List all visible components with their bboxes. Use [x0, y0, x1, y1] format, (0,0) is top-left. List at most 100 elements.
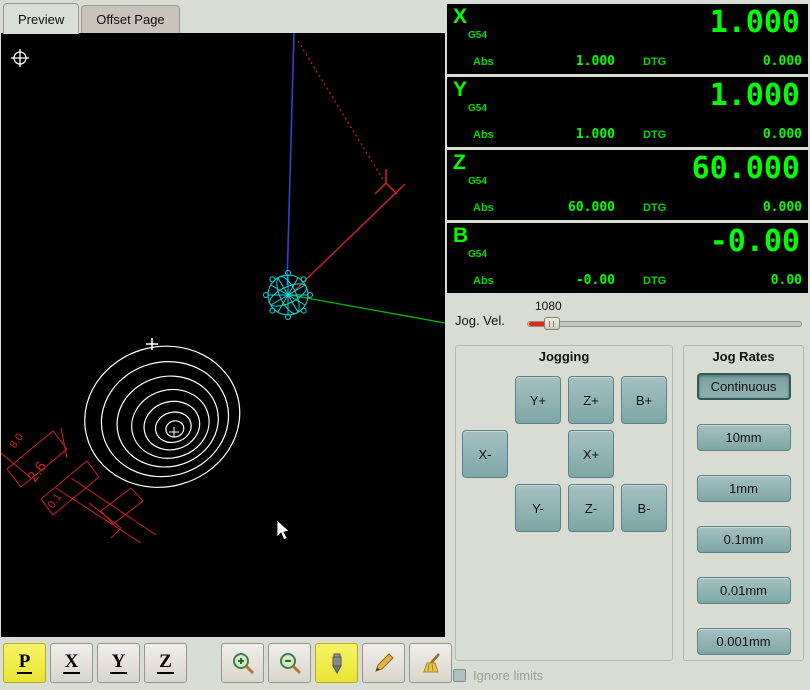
axis-letter: Y: [453, 78, 468, 101]
dro-axis-y[interactable]: Y G54 1.000 Abs 1.000 DTG 0.000: [447, 77, 808, 147]
abs-label: Abs: [473, 275, 494, 287]
pencil-icon: [374, 653, 394, 672]
svg-text:8.0: 8.0: [8, 431, 27, 450]
jog-y-plus-button[interactable]: Y+: [515, 376, 561, 424]
abs-label: Abs: [473, 56, 494, 68]
jog-x-plus-button[interactable]: X+: [568, 430, 614, 478]
zoom-out-button[interactable]: [268, 643, 311, 683]
dro-axis-z[interactable]: Z G54 60.000 Abs 60.000 DTG 0.000: [447, 150, 808, 220]
ignore-limits-checkbox[interactable]: [453, 669, 466, 682]
jog-velocity-row: Jog. Vel. 1080: [455, 299, 804, 339]
jog-rate-0_1mm-button[interactable]: 0.1mm: [696, 526, 791, 553]
jogging-frame: Jogging Y+ Z+ B+ X- X+ Y- Z- B-: [455, 345, 674, 661]
preview-pane: Preview Offset Page 8.0 2.6 0.1 P X Y Z: [0, 0, 452, 690]
jog-rate-0_01mm-button[interactable]: 0.01mm: [696, 577, 791, 604]
jog-z-plus-button[interactable]: Z+: [568, 376, 614, 424]
notebook-tabs: Preview Offset Page: [0, 0, 447, 34]
jog-b-plus-button[interactable]: B+: [621, 376, 667, 424]
abs-value: 1.000: [575, 54, 615, 69]
view-y-label: Y: [109, 651, 128, 674]
rapid-move-line: [297, 40, 385, 182]
slider-track[interactable]: [527, 321, 802, 327]
jog-rate-1mm-button[interactable]: 1mm: [696, 475, 791, 502]
abs-value: -0.00: [575, 273, 615, 288]
axis-value: 1.000: [709, 78, 800, 113]
dtg-label: DTG: [643, 275, 667, 287]
slider-handle[interactable]: [544, 317, 560, 330]
z-axis-line: [286, 33, 295, 286]
jog-rates-frame: Jog Rates Continuous 10mm 1mm 0.1mm 0.01…: [683, 345, 804, 661]
view-y-button[interactable]: Y: [97, 643, 140, 683]
axis-letter: X: [453, 5, 468, 28]
view-p-button[interactable]: P: [3, 643, 46, 683]
zoom-out-icon: [279, 653, 301, 675]
dro-axis-x[interactable]: X G54 1.000 Abs 1.000 DTG 0.000: [447, 4, 808, 74]
dtg-label: DTG: [643, 202, 667, 214]
axis-letter: B: [453, 224, 469, 247]
preview-toolbar: P X Y Z: [0, 640, 452, 686]
dro-axis-b[interactable]: B G54 -0.00 Abs -0.00 DTG 0.00: [447, 223, 808, 293]
dtg-label: DTG: [643, 56, 667, 68]
dtg-value: 0.00: [770, 273, 802, 288]
control-pane: X G54 1.000 Abs 1.000 DTG 0.000 Y G54 1.…: [447, 0, 810, 690]
limit-marker: [374, 169, 398, 195]
jog-rates-list: Continuous 10mm 1mm 0.1mm 0.01mm 0.001mm: [684, 364, 803, 655]
jog-z-minus-button[interactable]: Z-: [568, 484, 614, 532]
spiral-center-cross: [169, 427, 179, 437]
tool-model: [263, 270, 313, 320]
jog-rate-continuous-button[interactable]: Continuous: [696, 373, 791, 400]
mouse-cursor: [276, 519, 290, 541]
jog-frames: Jogging Y+ Z+ B+ X- X+ Y- Z- B- Jog Rate…: [455, 345, 804, 661]
abs-value: 60.000: [568, 200, 615, 215]
jog-velocity-label: Jog. Vel.: [455, 313, 505, 328]
zoom-in-icon: [232, 653, 254, 675]
tool-icon: [331, 653, 342, 675]
dimension-sketch: [1, 427, 157, 544]
abs-value: 1.000: [575, 127, 615, 142]
jog-y-minus-button[interactable]: Y-: [515, 484, 561, 532]
jog-x-minus-button[interactable]: X-: [462, 430, 508, 478]
view-x-button[interactable]: X: [50, 643, 93, 683]
view-x-label: X: [62, 651, 81, 674]
ignore-limits-label: Ignore limits: [473, 668, 544, 683]
coord-system: G54: [468, 30, 487, 41]
abs-label: Abs: [473, 129, 494, 141]
view-z-button[interactable]: Z: [144, 643, 187, 683]
axis-value: 1.000: [709, 5, 800, 40]
dtg-value: 0.000: [762, 127, 802, 142]
edit-button[interactable]: [362, 643, 405, 683]
jogging-grid: Y+ Z+ B+ X- X+ Y- Z- B-: [456, 364, 672, 532]
jogging-title: Jogging: [538, 349, 590, 364]
dimension-labels: 8.0 2.6 0.1: [8, 431, 65, 510]
feed-line: [289, 183, 406, 296]
tab-preview[interactable]: Preview: [3, 3, 80, 34]
footer-row: Ignore limits: [453, 668, 810, 683]
axis-value: -0.00: [709, 224, 800, 259]
abs-label: Abs: [473, 202, 494, 214]
jog-rates-title: Jog Rates: [712, 349, 775, 364]
zoom-in-button[interactable]: [221, 643, 264, 683]
broom-icon: [422, 653, 440, 673]
coord-system: G54: [468, 103, 487, 114]
jog-velocity-slider[interactable]: [527, 314, 804, 332]
jog-rate-10mm-button[interactable]: 10mm: [696, 424, 791, 451]
view-p-label: P: [16, 651, 33, 674]
jog-b-minus-button[interactable]: B-: [621, 484, 667, 532]
origin-marker-icon: [11, 49, 29, 67]
dtg-label: DTG: [643, 129, 667, 141]
clear-plot-button[interactable]: [409, 643, 452, 683]
jog-velocity-value: 1080: [535, 299, 562, 313]
coord-system: G54: [468, 249, 487, 260]
dtg-value: 0.000: [762, 200, 802, 215]
axis-value: 60.000: [691, 151, 800, 186]
machine-control-window: Preview Offset Page 8.0 2.6 0.1 P X Y Z …: [0, 0, 810, 690]
x-axis-line: [289, 294, 445, 324]
show-tool-button[interactable]: [315, 643, 358, 683]
view-z-label: Z: [157, 651, 174, 674]
preview-canvas[interactable]: 8.0 2.6 0.1: [1, 33, 445, 637]
jog-rate-0_001mm-button[interactable]: 0.001mm: [696, 628, 791, 655]
toolpath-plot: 8.0 2.6 0.1: [1, 33, 445, 544]
axis-letter: Z: [453, 151, 466, 174]
tab-offset-page[interactable]: Offset Page: [81, 5, 180, 34]
dtg-value: 0.000: [762, 54, 802, 69]
